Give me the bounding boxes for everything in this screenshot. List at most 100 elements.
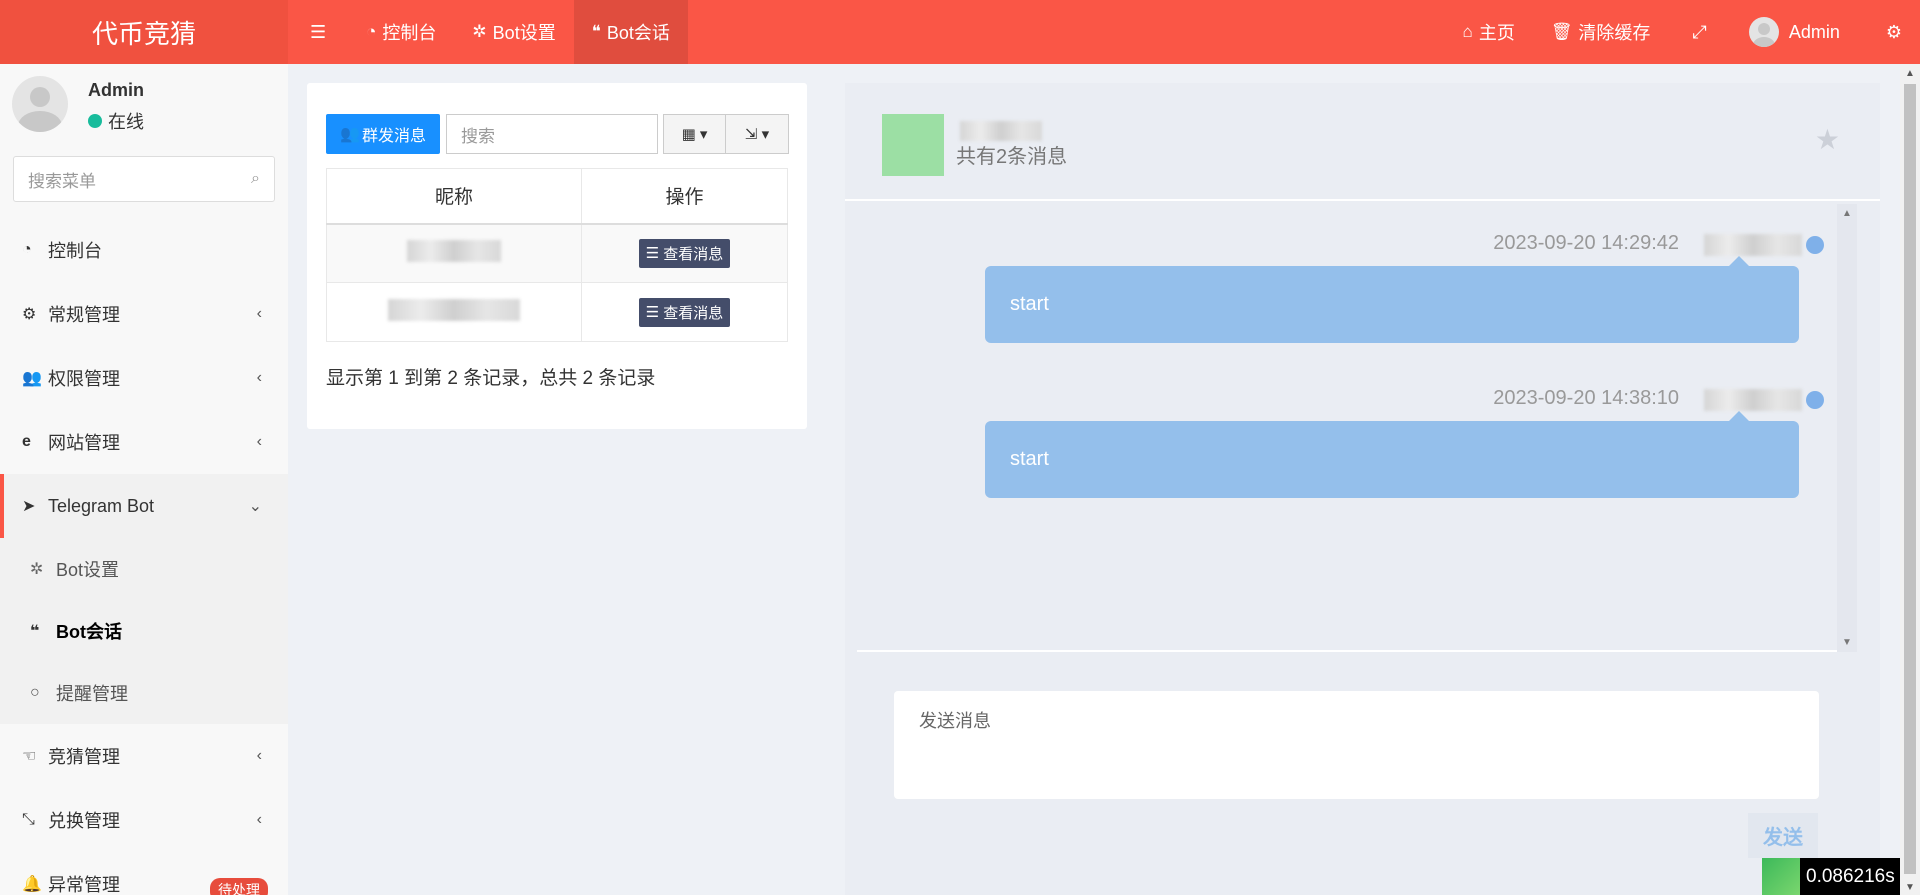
avatar xyxy=(12,76,68,132)
sidebar-item-exceptions[interactable]: 🔔 异常管理 待处理 xyxy=(0,852,288,895)
table-row[interactable]: ☰ 查看消息 xyxy=(326,223,788,283)
debug-timer[interactable]: 0.086216s xyxy=(1762,858,1900,895)
user-name: Admin xyxy=(88,80,144,100)
column-header-action: 操作 xyxy=(581,168,788,225)
scrollbar-thumb[interactable] xyxy=(1904,84,1916,874)
bars-icon: ☰ xyxy=(310,21,327,42)
status-badge: 待处理 xyxy=(210,878,268,895)
sidebar-item-label: 竞猜管理 xyxy=(48,747,120,767)
column-header-nickname[interactable]: 昵称 xyxy=(326,168,582,225)
trash-icon: 🗑 xyxy=(1550,22,1573,41)
timer-value: 0.086216s xyxy=(1806,865,1895,887)
status-dot-icon xyxy=(1806,236,1824,254)
chevron-left-icon: ‹ xyxy=(256,305,262,322)
search-icon[interactable]: ⌕ xyxy=(251,170,260,188)
redacted-sender xyxy=(1704,234,1802,256)
home-link[interactable]: ⌂ 主页 xyxy=(1445,0,1533,64)
tab-dashboard[interactable]: ◔ 控制台 xyxy=(348,0,454,64)
message-time: 2023-09-20 14:29:42 xyxy=(1493,232,1679,254)
list-icon: ☰ xyxy=(645,245,660,263)
tab-bot-settings[interactable]: ✲ Bot设置 xyxy=(454,0,573,64)
broadcast-label: 群发消息 xyxy=(361,128,426,145)
contact-avatar xyxy=(882,114,944,176)
cogs-icon: ⚙ xyxy=(22,306,37,323)
home-icon: ⌂ xyxy=(1462,22,1473,41)
tab-bot-session[interactable]: ❝ Bot会话 xyxy=(573,0,688,64)
fullscreen-button[interactable]: ⤢ xyxy=(1668,0,1730,64)
comments-icon: ❝ xyxy=(30,623,40,640)
sidebar-item-reminders[interactable]: ○ 提醒管理 xyxy=(0,662,288,724)
sidebar-item-general[interactable]: ⚙ 常规管理 ‹ xyxy=(0,282,288,346)
view-messages-button[interactable]: ☰ 查看消息 xyxy=(638,297,731,327)
pagination-info: 显示第 1 到第 2 条记录，总共 2 条记录 xyxy=(326,368,656,389)
comments-icon: ❝ xyxy=(591,22,601,41)
gears-icon: ⚙ xyxy=(1885,21,1902,42)
user-name: Admin xyxy=(1788,21,1840,42)
sidebar-menu: ◔ 控制台 ⚙ 常规管理 ‹ 👥 权限管理 ‹ e 网站管理 ‹ ➤ Telegram Bot ⌄… xyxy=(0,218,288,895)
scroll-down-icon[interactable]: ▼ xyxy=(1905,882,1915,893)
user-menu[interactable]: Admin xyxy=(1731,0,1858,64)
user-panel: Admin 在线 xyxy=(0,64,288,146)
debug-logo-icon xyxy=(1762,858,1800,895)
page-scrollbar[interactable]: ▲ ▼ xyxy=(1900,64,1920,895)
chevron-left-icon: ‹ xyxy=(256,747,262,764)
list-icon: ☰ xyxy=(645,304,660,321)
tab-label: Bot设置 xyxy=(492,23,556,43)
message-time: 2023-09-20 14:38:10 xyxy=(1493,387,1679,409)
message-scrollbar[interactable]: ▲ ▼ xyxy=(1837,204,1857,652)
gear-icon: ✲ xyxy=(30,561,44,578)
sidebar-item-dashboard[interactable]: ◔ 控制台 xyxy=(0,218,288,282)
users-icon: 👥 xyxy=(22,370,42,387)
nickname-cell xyxy=(326,282,582,342)
sidebar-item-permissions[interactable]: 👥 权限管理 ‹ xyxy=(0,346,288,410)
sidebar-item-label: 网站管理 xyxy=(48,433,120,453)
view-messages-label: 查看消息 xyxy=(663,245,724,263)
avatar xyxy=(1748,17,1779,47)
action-cell: ☰ 查看消息 xyxy=(581,282,788,342)
view-button-group: ▦ ▾ ⇲ ▾ xyxy=(663,114,789,154)
table-row[interactable]: ☰ 查看消息 xyxy=(326,282,788,342)
app-logo[interactable]: 代币竞猜 xyxy=(0,0,288,64)
clear-cache-label: 清除缓存 xyxy=(1578,23,1651,43)
sidebar-item-guess[interactable]: ☜ 竞猜管理 ‹ xyxy=(0,724,288,788)
search-placeholder: 搜索 xyxy=(461,126,495,146)
dashboard-icon: ◔ xyxy=(366,22,377,41)
message-count: 共有2条消息 xyxy=(956,146,1068,168)
columns-toggle-button[interactable]: ▦ ▾ xyxy=(663,114,726,154)
status-label: 在线 xyxy=(108,112,144,132)
sidebar-item-telegram-bot[interactable]: ➤ Telegram Bot ⌄ xyxy=(0,474,288,538)
message-input[interactable]: 发送消息 xyxy=(894,691,1819,799)
online-dot-icon xyxy=(88,114,102,128)
sidebar-item-exchange[interactable]: ⤡ 兑换管理 ‹ xyxy=(0,788,288,852)
chevron-left-icon: ‹ xyxy=(256,433,262,450)
sidebar-item-bot-settings[interactable]: ✲ Bot设置 xyxy=(0,538,288,600)
chat-header: 共有2条消息 ★ xyxy=(845,83,1880,201)
expand-icon: ⤢ xyxy=(1692,21,1707,42)
sidebar-item-website[interactable]: e 网站管理 ‹ xyxy=(0,410,288,474)
sidebar-item-label: 控制台 xyxy=(48,241,102,261)
search-input[interactable]: 搜索 xyxy=(446,114,658,154)
menu-search-input[interactable]: 搜索菜单 ⌕ xyxy=(13,156,275,202)
scroll-up-icon[interactable]: ▲ xyxy=(1842,208,1852,219)
settings-button[interactable]: ⚙ xyxy=(1858,0,1920,64)
star-icon[interactable]: ★ xyxy=(1815,123,1840,156)
user-list-panel: 👥 群发消息 搜索 ▦ ▾ ⇲ ▾ 昵称 操作 ☰ 查看消息 ☰ 查看消息 显示第 1… xyxy=(307,83,807,429)
sidebar-item-label: 权限管理 xyxy=(48,369,120,389)
message-bubble: start xyxy=(985,411,1799,498)
sidebar-item-label: 兑换管理 xyxy=(48,811,120,831)
chat-panel: 共有2条消息 ★ 2023-09-20 14:29:42 start 2023-… xyxy=(845,83,1880,895)
gear-icon: ✲ xyxy=(472,22,487,41)
export-button[interactable]: ⇲ ▾ xyxy=(726,114,789,154)
view-messages-button[interactable]: ☰ 查看消息 xyxy=(638,238,731,268)
scroll-up-icon[interactable]: ▲ xyxy=(1905,68,1915,79)
scroll-down-icon[interactable]: ▼ xyxy=(1842,637,1852,648)
sidebar-toggle-button[interactable]: ☰ xyxy=(288,0,348,64)
telegram-icon: ➤ xyxy=(22,498,36,515)
input-placeholder: 发送消息 xyxy=(919,711,991,731)
sidebar-item-bot-session[interactable]: ❝ Bot会话 xyxy=(0,600,288,662)
send-button[interactable]: 发送 xyxy=(1748,813,1818,858)
message-bubble: start xyxy=(985,256,1799,343)
hand-icon: ☜ xyxy=(22,748,37,765)
clear-cache-button[interactable]: 🗑 清除缓存 xyxy=(1533,0,1669,64)
broadcast-button[interactable]: 👥 群发消息 xyxy=(326,114,440,154)
